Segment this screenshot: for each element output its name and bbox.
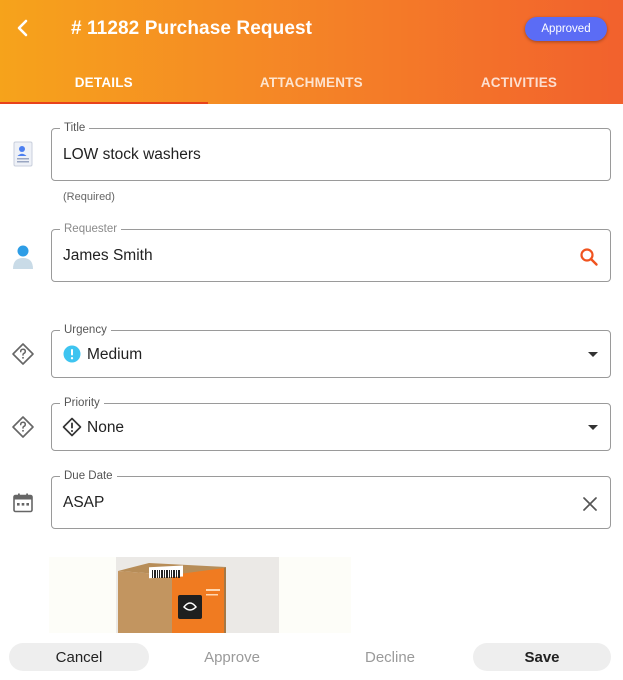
title-field[interactable]: Title LOW stock washers [51,121,611,181]
search-icon [580,248,598,266]
title-helper-text: (Required) [63,191,115,203]
tab-attachments[interactable]: ATTACHMENTS [208,60,416,104]
product-box-image [116,557,279,633]
back-button[interactable] [12,14,36,42]
decline-button[interactable]: Decline [320,643,460,671]
cancel-button[interactable]: Cancel [9,643,149,671]
priority-value: None [87,419,125,436]
tab-bar: DETAILS ATTACHMENTS ACTIVITIES [0,60,623,104]
due-date-label: Due Date [60,469,117,483]
action-bar: Cancel Approve Decline Save [0,633,623,680]
urgency-select[interactable]: Urgency Medium [51,323,611,378]
save-button[interactable]: Save [473,643,611,671]
priority-dropdown-button[interactable] [586,422,600,432]
question-diamond-icon [10,341,36,367]
requester-field[interactable]: Requester James Smith [51,222,611,282]
priority-label: Priority [60,396,104,410]
urgency-value: Medium [87,346,143,363]
status-badge: Approved [525,17,607,41]
clear-icon [583,497,597,511]
document-person-icon [10,141,36,167]
person-icon [10,243,36,269]
dropdown-arrow-icon [588,424,598,430]
exclamation-diamond-icon [62,417,82,437]
urgency-dropdown-button[interactable] [586,349,600,359]
dropdown-arrow-icon [588,351,598,357]
chevron-left-icon [17,19,28,37]
tab-activities[interactable]: ACTIVITIES [415,60,623,104]
title-label: Title [60,121,90,135]
app-header: # 11282 Purchase Request Approved DETAIL… [0,0,623,104]
due-date-clear-button[interactable] [580,494,600,514]
requester-value: James Smith [63,247,153,264]
exclamation-circle-icon [63,345,81,363]
tab-details[interactable]: DETAILS [0,60,208,104]
due-date-value: ASAP [63,494,105,511]
page-title: # 11282 Purchase Request [71,18,313,39]
calendar-icon [10,490,36,516]
due-date-field[interactable]: Due Date ASAP [51,469,611,529]
priority-select[interactable]: Priority None [51,396,611,451]
urgency-label: Urgency [60,323,111,337]
question-diamond-icon [10,414,36,440]
requester-search-button[interactable] [578,246,600,268]
title-value: LOW stock washers [63,146,201,163]
attachment-preview[interactable] [49,557,351,633]
approve-button[interactable]: Approve [162,643,302,671]
requester-label: Requester [60,222,122,236]
